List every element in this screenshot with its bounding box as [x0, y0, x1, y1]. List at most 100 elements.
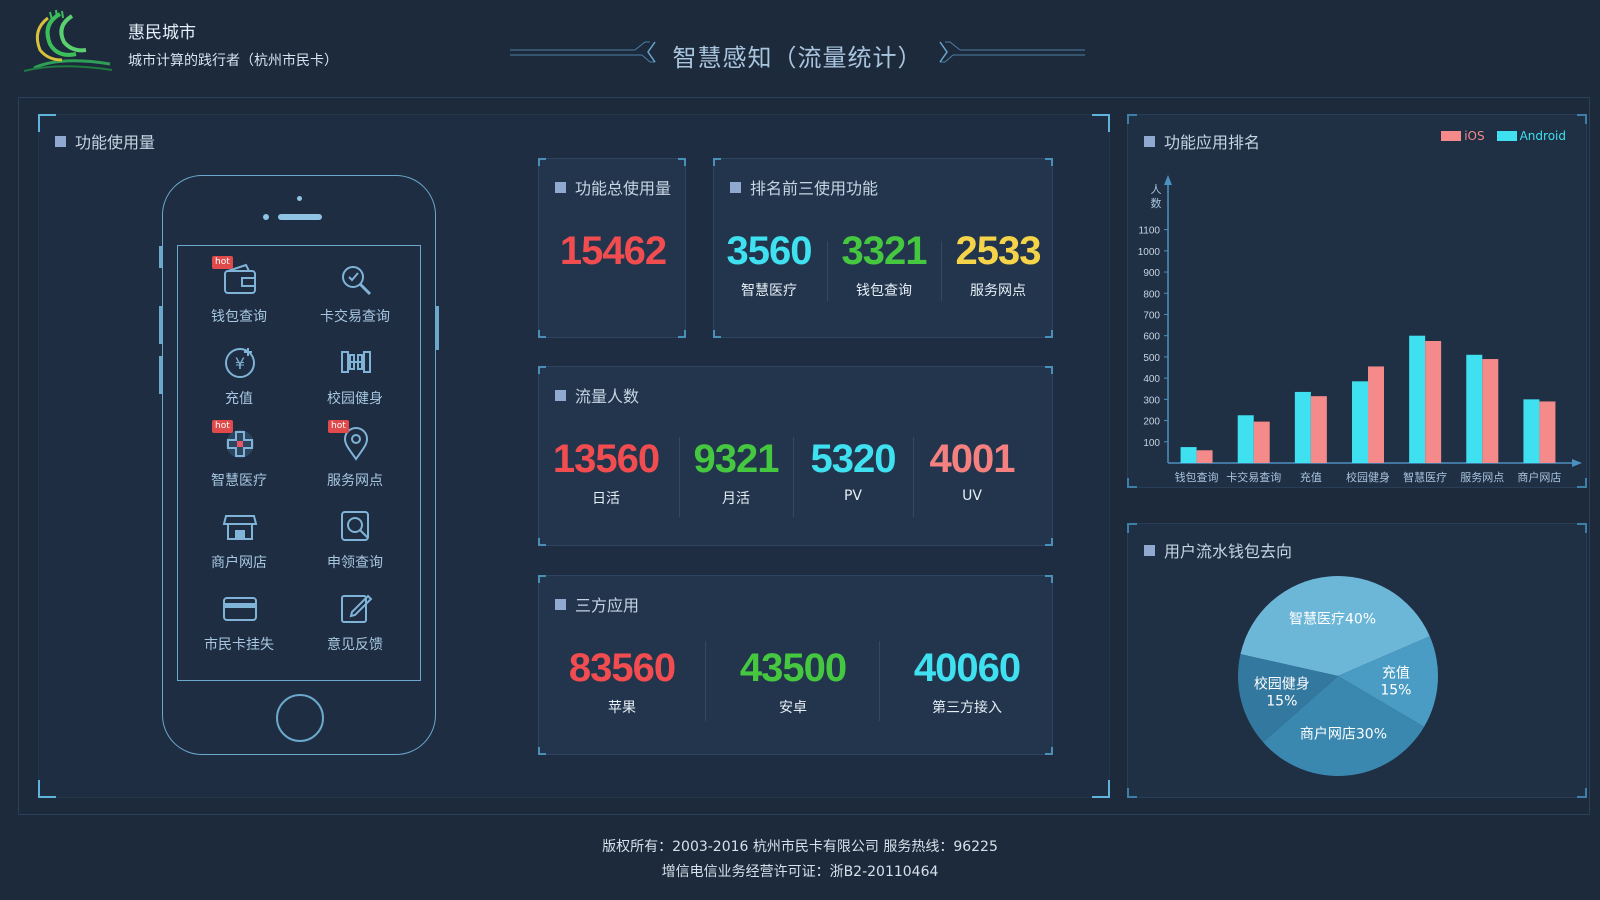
legend-item: iOS: [1441, 129, 1485, 143]
x-tick-label: 服务网点: [1460, 471, 1504, 484]
apply-search-icon: [341, 511, 369, 541]
traffic-item: 13560 日活: [539, 437, 673, 508]
top3-item: 3560 智慧医疗: [714, 229, 824, 300]
x-tick-label: 校园健身: [1346, 470, 1390, 484]
bar-android: [1237, 415, 1254, 463]
app-wallet[interactable]: hot 钱包查询: [184, 256, 294, 332]
top3-value: 2533: [955, 229, 1042, 273]
bar-android: [1409, 335, 1426, 463]
pie-label-pct: 15%: [1266, 693, 1297, 709]
total-usage-title: 功能总使用量: [575, 179, 672, 198]
y-axis-arrow: [1164, 175, 1172, 185]
traffic-value: 9321: [693, 437, 780, 481]
app-recharge[interactable]: ¥ 充值: [184, 342, 294, 414]
x-tick-label: 商户网店: [1517, 470, 1561, 484]
traffic-item: 4001 UV: [915, 437, 1029, 504]
x-axis-arrow: [1572, 459, 1582, 467]
app-label: 意见反馈: [327, 637, 383, 653]
traffic-label: PV: [843, 488, 863, 504]
y-tick-label: 1000: [1138, 247, 1161, 258]
y-tick-label: 800: [1143, 289, 1160, 300]
app-label: 卡交易查询: [320, 309, 390, 325]
recharge-icon: ¥: [225, 348, 255, 378]
card-icon: [223, 597, 257, 621]
bar-ios: [1253, 421, 1270, 463]
third-party-value: 43500: [739, 646, 847, 690]
brand: 惠民城市 城市计算的践行者（杭州市民卡）: [20, 8, 400, 78]
y-tick-label: 300: [1143, 395, 1160, 406]
page-title: 智慧感知（流量统计）: [672, 44, 923, 72]
legend-item: Android: [1496, 129, 1566, 143]
bar-ios: [1310, 396, 1327, 463]
bar-android: [1294, 391, 1311, 463]
bar-ios: [1196, 450, 1213, 463]
x-tick-label: 智慧医疗: [1403, 470, 1447, 484]
y-tick-label: 1100: [1138, 226, 1160, 237]
bar-ios: [1425, 341, 1442, 463]
x-tick-label: 钱包查询: [1175, 470, 1219, 484]
y-tick-label: 700: [1143, 310, 1160, 321]
x-tick-label: 充值: [1300, 470, 1322, 484]
y-tick-label: 200: [1143, 417, 1160, 428]
app-card-loss[interactable]: 市民卡挂失: [184, 588, 294, 660]
top3-value: 3560: [726, 229, 813, 273]
app-card-transaction[interactable]: 卡交易查询: [300, 260, 410, 332]
feedback-icon: [341, 594, 373, 623]
brand-slogan: 城市计算的践行者（杭州市民卡）: [128, 53, 338, 69]
x-tick-label: 卡交易查询: [1226, 470, 1281, 484]
app-label: 钱包查询: [211, 309, 267, 325]
top3-label: 钱包查询: [856, 283, 912, 299]
hot-badge: hot: [328, 420, 349, 433]
app-feedback[interactable]: 意见反馈: [300, 588, 410, 660]
top3-label: 智慧医疗: [741, 283, 797, 299]
top3-item: 3321 钱包查询: [830, 229, 938, 300]
bar-ios: [1539, 401, 1556, 463]
app-campus-fitness[interactable]: 校园健身: [300, 342, 410, 414]
y-axis-label: 人: [1151, 183, 1162, 196]
top3-item: 2533 服务网点: [944, 229, 1052, 300]
traffic-item: 9321 月活: [681, 437, 791, 508]
third-party-label: 第三方接入: [932, 700, 1002, 716]
app-label: 充值: [225, 391, 253, 407]
total-usage-value: 15462: [559, 229, 667, 273]
rank-panel-title: 功能应用排名: [1144, 129, 1260, 153]
shop-icon: [222, 515, 258, 540]
app-apply-query[interactable]: 申领查询: [300, 506, 410, 578]
top3-label: 服务网点: [970, 283, 1026, 299]
third-party-value: 40060: [913, 646, 1021, 690]
pie-label: 校园健身: [1254, 675, 1310, 692]
phone-mockup: hot 钱包查询 卡交易查询 ¥ 充值 校园健身 hot 智慧医疗 hot 服务…: [159, 175, 439, 755]
app-smart-medical[interactable]: hot 智慧医疗: [184, 420, 294, 496]
traffic-title: 流量人数: [575, 387, 640, 406]
app-label: 市民卡挂失: [204, 637, 274, 653]
traffic-label: 日活: [592, 491, 620, 507]
y-tick-label: 400: [1143, 374, 1160, 385]
usage-panel-title: 功能使用量: [55, 129, 155, 153]
traffic-label: 月活: [722, 491, 750, 507]
traffic-item: 5320 PV: [795, 437, 911, 504]
third-party-label: 苹果: [608, 700, 636, 716]
total-usage-card: 功能总使用量 15462: [538, 158, 686, 338]
third-party-item: 83560 苹果: [539, 646, 705, 717]
traffic-value: 4001: [929, 437, 1016, 481]
traffic-value: 13560: [552, 437, 660, 481]
app-label: 智慧医疗: [211, 473, 267, 489]
y-tick-label: 100: [1143, 438, 1160, 449]
third-party-card: 三方应用 83560 苹果 43500 安卓 40060 第三方接入: [538, 575, 1053, 755]
search-transaction-icon: [342, 266, 372, 296]
footer-copyright: 版权所有：2003-2016 杭州市民卡有限公司 服务热线：96225: [602, 839, 998, 855]
bar-ios: [1482, 359, 1499, 463]
third-party-title: 三方应用: [575, 596, 640, 615]
brand-name: 惠民城市: [128, 23, 196, 43]
pie-label: 充值: [1382, 666, 1410, 682]
app-service-points[interactable]: hot 服务网点: [300, 420, 410, 496]
app-label: 校园健身: [327, 391, 383, 407]
svg-text:¥: ¥: [235, 354, 245, 373]
third-party-value: 83560: [568, 646, 676, 690]
home-button: [276, 694, 324, 742]
bar-android: [1180, 447, 1197, 463]
app-merchant-shop[interactable]: 商户网店: [184, 506, 294, 578]
traffic-label: UV: [962, 488, 982, 504]
hot-badge: hot: [212, 420, 233, 433]
pie-chart: 智慧医疗40%充值15%商户网店30%校园健身15%: [1238, 576, 1438, 776]
